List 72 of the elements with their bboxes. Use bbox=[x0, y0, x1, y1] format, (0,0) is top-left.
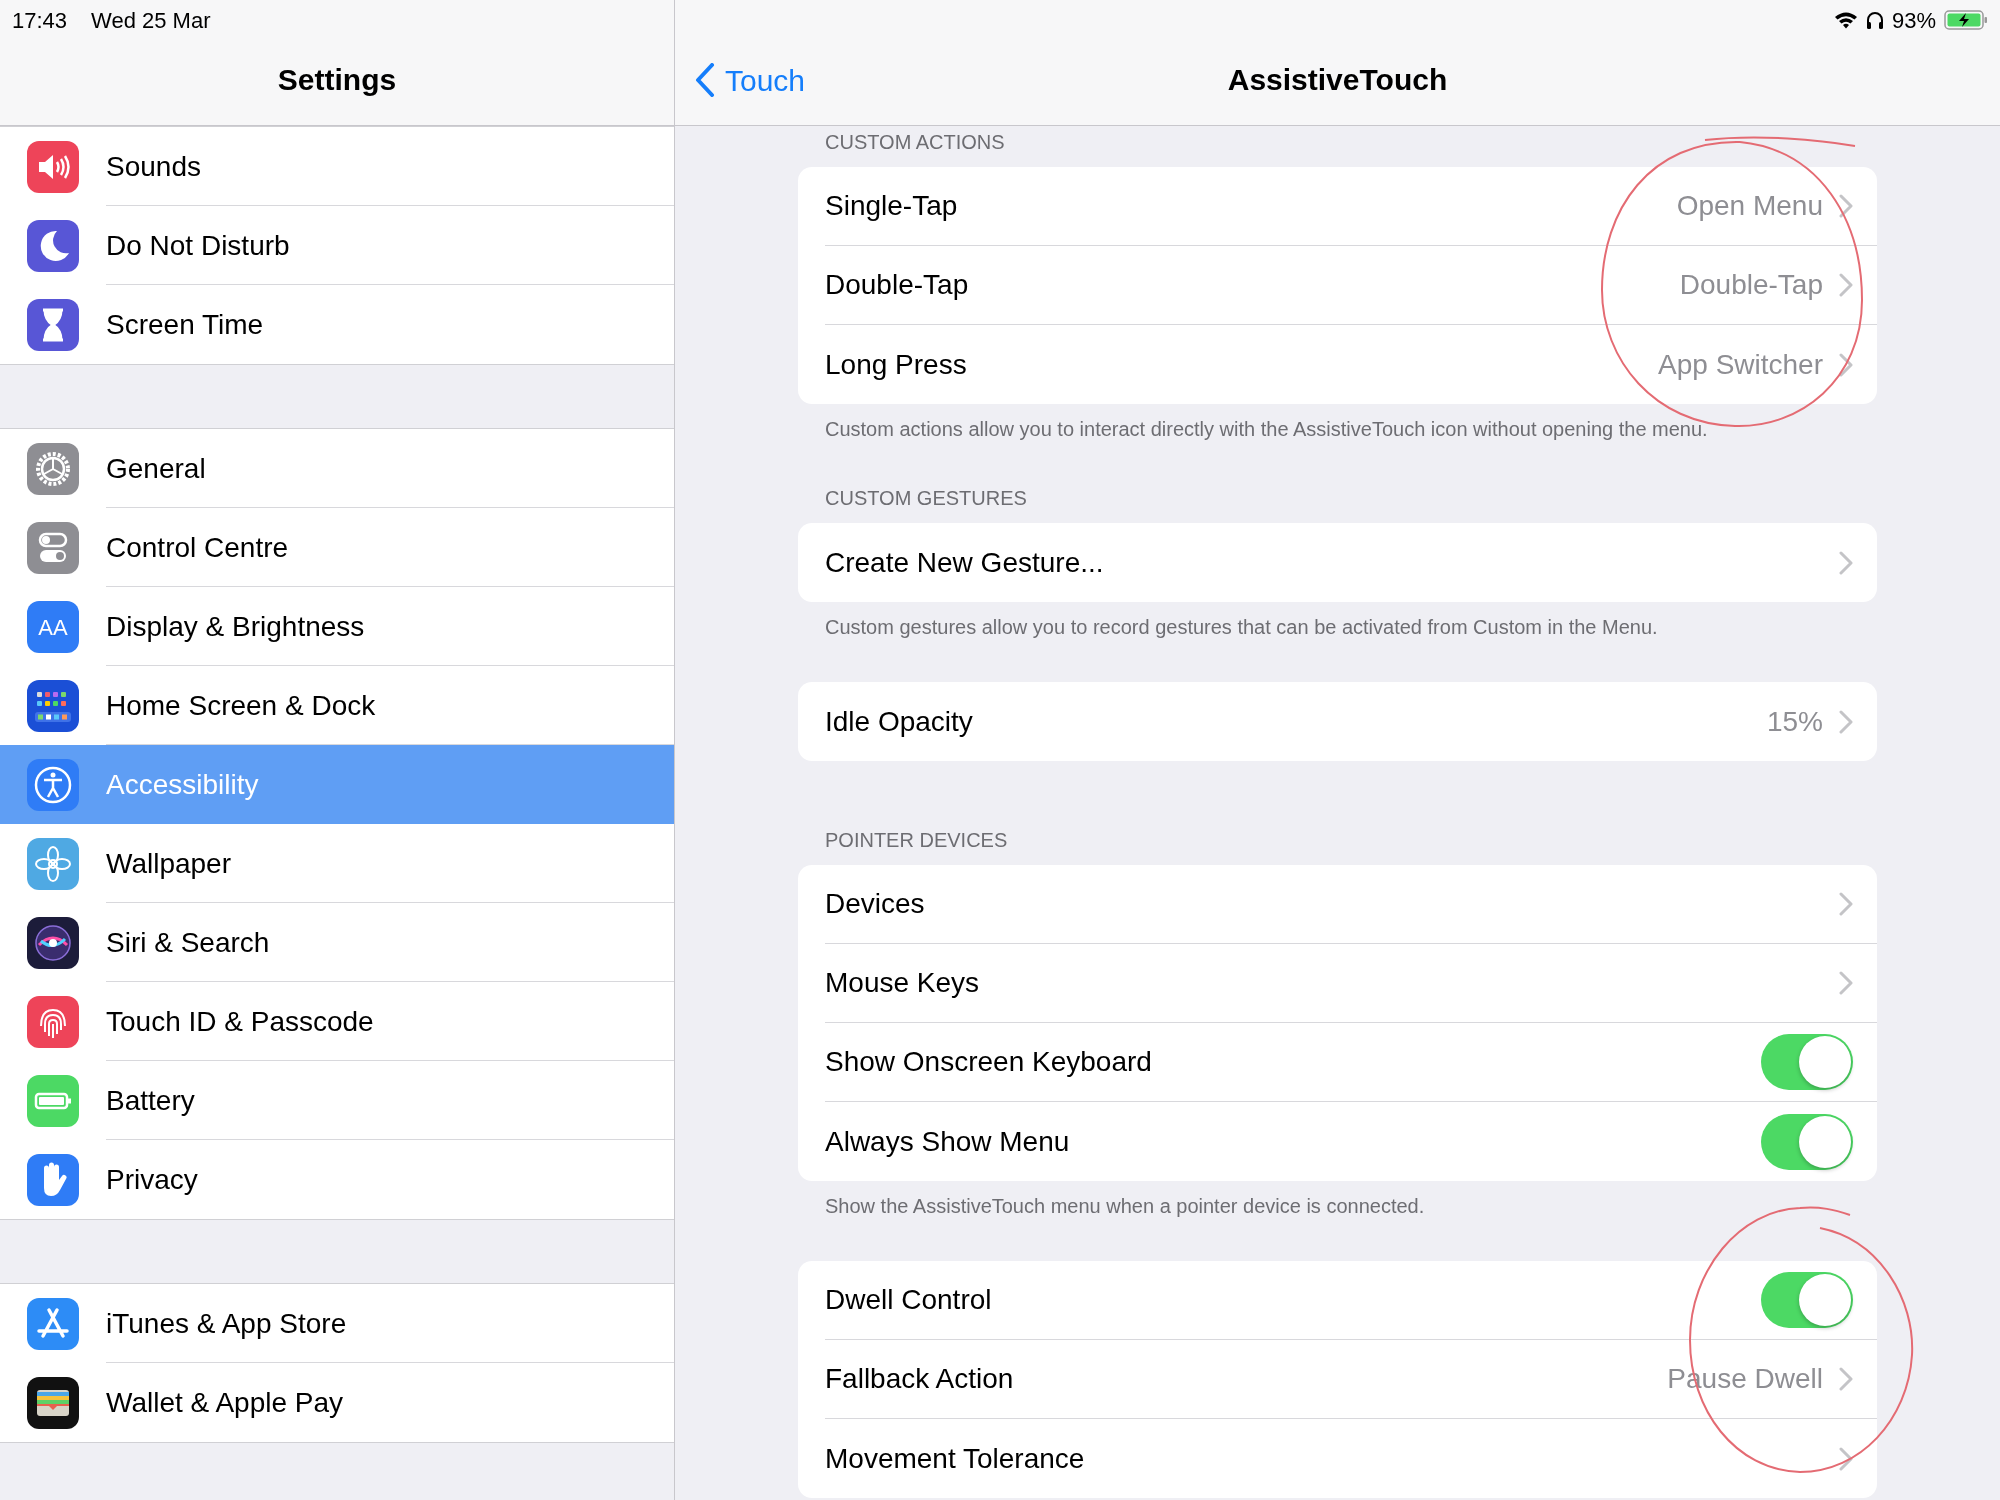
chevron-right-icon bbox=[1839, 971, 1853, 995]
row-label: Long Press bbox=[825, 347, 968, 382]
sidebar-item[interactable]: Siri & Search bbox=[0, 903, 674, 982]
battery-icon bbox=[27, 1074, 79, 1127]
row-value: App Switcher bbox=[1658, 347, 1823, 382]
row-label: Double-Tap bbox=[825, 268, 970, 302]
sidebar-item[interactable]: Control Centre bbox=[0, 508, 674, 587]
row-label: Dwell Control bbox=[825, 1283, 993, 1317]
sidebar-item[interactable]: Sounds bbox=[0, 127, 674, 206]
section-footer: Custom gestures allow you to record gestures that can be activated from Custom in the Menu. bbox=[798, 612, 1877, 642]
fingerprint-icon bbox=[27, 995, 79, 1048]
speaker-icon bbox=[27, 140, 79, 193]
sidebar-item[interactable]: Wallpaper bbox=[0, 824, 674, 903]
section-header: POINTER DEVICES bbox=[824, 828, 1009, 853]
section-header: CUSTOM ACTIONS bbox=[824, 130, 1006, 155]
section-footer: Custom actions allow you to interact directly with the AssistiveTouch icon without opening the menu. bbox=[798, 414, 1877, 444]
text-size-icon: AA bbox=[27, 600, 79, 653]
sidebar-item[interactable]: iTunes & App Store bbox=[0, 1284, 674, 1363]
row-value: Double-Tap bbox=[1679, 268, 1823, 302]
moon-icon bbox=[27, 219, 79, 272]
row-label: Show Onscreen Keyboard bbox=[825, 1045, 1153, 1079]
headphones-icon bbox=[1865, 10, 1884, 30]
sidebar-item[interactable]: Do Not Disturb bbox=[0, 206, 674, 285]
section-footer: Show the AssistiveTouch menu when a pointer device is connected. bbox=[798, 1191, 1877, 1221]
chevron-left-icon bbox=[695, 63, 715, 97]
wallet-icon bbox=[27, 1376, 79, 1429]
sidebar-title: Settings bbox=[276, 62, 398, 98]
row-label: Single-Tap bbox=[825, 189, 959, 223]
toggle-switch[interactable] bbox=[1761, 1272, 1853, 1328]
sidebar-item[interactable]: Wallet & Apple Pay bbox=[0, 1363, 674, 1442]
chevron-right-icon bbox=[1839, 892, 1853, 916]
battery-percentage: 93% bbox=[1891, 6, 1936, 35]
toggle-switch[interactable] bbox=[1761, 1034, 1853, 1090]
sidebar-item[interactable]: Privacy bbox=[0, 1140, 674, 1219]
row-label: Mouse Keys bbox=[825, 966, 981, 1000]
flower-icon bbox=[27, 837, 79, 890]
battery-charging-icon bbox=[1944, 9, 1988, 31]
row-label: Idle Opacity bbox=[825, 704, 974, 739]
row-label: Create New Gesture... bbox=[825, 545, 1105, 580]
back-button[interactable]: Touch bbox=[695, 56, 806, 104]
gear-icon bbox=[27, 442, 79, 495]
row-value: 15% bbox=[1766, 704, 1823, 739]
sidebar-item[interactable]: AA Display & Brightness bbox=[0, 587, 674, 666]
wifi-icon bbox=[1833, 11, 1858, 29]
sidebar-item[interactable]: Screen Time bbox=[0, 285, 674, 364]
chevron-right-icon bbox=[1839, 194, 1853, 218]
hourglass-icon bbox=[27, 298, 79, 351]
chevron-right-icon bbox=[1839, 1367, 1853, 1391]
page-title: AssistiveTouch bbox=[1227, 63, 1448, 96]
orb-icon bbox=[27, 916, 79, 969]
sidebar-item[interactable]: Battery bbox=[0, 1061, 674, 1140]
chevron-right-icon bbox=[1839, 273, 1853, 297]
status-date: Wed 25 Mar bbox=[91, 7, 211, 35]
sidebar-item[interactable]: General bbox=[0, 429, 674, 508]
status-time: 17:43 bbox=[12, 7, 68, 35]
section-header: CUSTOM GESTURES bbox=[824, 486, 1028, 511]
row-label: Fallback Action bbox=[825, 1362, 1015, 1396]
chevron-right-icon bbox=[1839, 709, 1853, 734]
app-grid-icon bbox=[27, 679, 79, 732]
hand-icon bbox=[27, 1153, 79, 1206]
chevron-right-icon bbox=[1839, 1446, 1853, 1471]
chevron-right-icon bbox=[1839, 352, 1853, 377]
row-label: Movement Tolerance bbox=[825, 1441, 1086, 1476]
a-shape-icon bbox=[27, 1297, 79, 1350]
toggles-icon bbox=[27, 521, 79, 574]
accessibility-icon bbox=[27, 758, 79, 811]
row-value: Open Menu bbox=[1676, 189, 1823, 223]
sidebar-item[interactable]: Touch ID & Passcode bbox=[0, 982, 674, 1061]
chevron-right-icon bbox=[1839, 550, 1853, 575]
row-label: Devices bbox=[825, 887, 926, 921]
toggle-switch[interactable] bbox=[1761, 1113, 1853, 1170]
row-label: Always Show Menu bbox=[825, 1124, 1071, 1159]
